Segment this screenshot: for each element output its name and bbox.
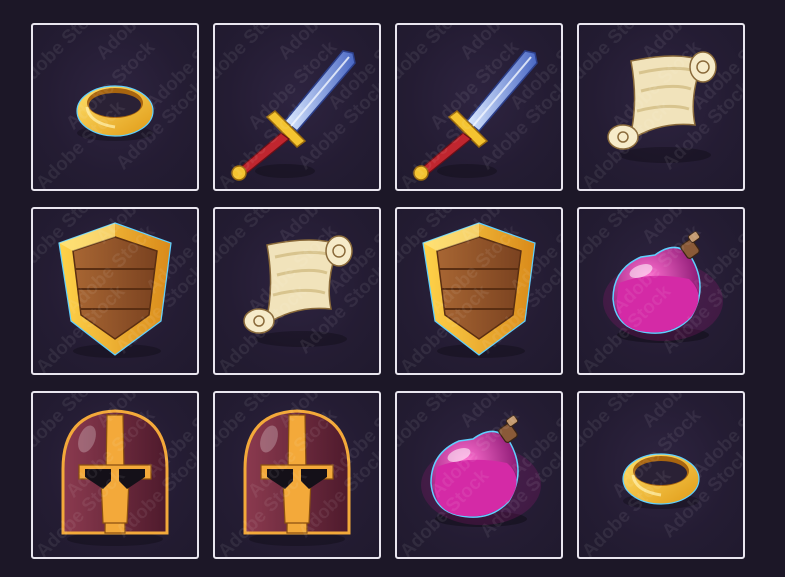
- card-scroll[interactable]: Adobe StockAdobe StockAdobe StockAdobe S…: [577, 23, 745, 191]
- card-shield[interactable]: Adobe StockAdobe StockAdobe StockAdobe S…: [31, 207, 199, 375]
- card-shield[interactable]: Adobe StockAdobe StockAdobe StockAdobe S…: [395, 207, 563, 375]
- helmet-icon: [243, 409, 351, 546]
- ring-icon: [76, 85, 154, 141]
- scroll-icon: [607, 51, 717, 163]
- card-potion[interactable]: Adobe Stock Adobe Stock Adobe Stock Adobe S…: [577, 207, 745, 375]
- memory-card-grid: Adobe Stock Adobe Stock Adobe Stock Adobe S…: [31, 23, 745, 559]
- sword-icon: [413, 50, 538, 181]
- card-potion[interactable]: Adobe Stock Adobe Stock Adobe Stock Adobe S…: [395, 391, 563, 559]
- card-ring[interactable]: Adobe Stock Adobe Stock Adobe Stock Adobe S…: [577, 391, 745, 559]
- shield-icon: [422, 222, 536, 358]
- card-helmet[interactable]: Adobe StockAdobe StockAdobe StockAdobe S…: [31, 391, 199, 559]
- potion-icon: [603, 231, 723, 343]
- shield-icon: [58, 222, 172, 358]
- card-sword[interactable]: Adobe StockAdobe StockAdobe StockAdobe S…: [395, 23, 563, 191]
- ring-icon: [622, 453, 700, 509]
- card-helmet[interactable]: Adobe StockAdobe StockAdobe StockAdobe S…: [213, 391, 381, 559]
- sword-icon: [231, 50, 356, 181]
- potion-icon: [421, 415, 541, 527]
- card-ring[interactable]: Adobe Stock Adobe Stock Adobe Stock Adobe S…: [31, 23, 199, 191]
- scroll-icon: [243, 235, 353, 347]
- card-sword[interactable]: Adobe StockAdobe StockAdobe StockAdobe S…: [213, 23, 381, 191]
- card-scroll[interactable]: Adobe StockAdobe StockAdobe StockAdobe S…: [213, 207, 381, 375]
- helmet-icon: [61, 409, 169, 546]
